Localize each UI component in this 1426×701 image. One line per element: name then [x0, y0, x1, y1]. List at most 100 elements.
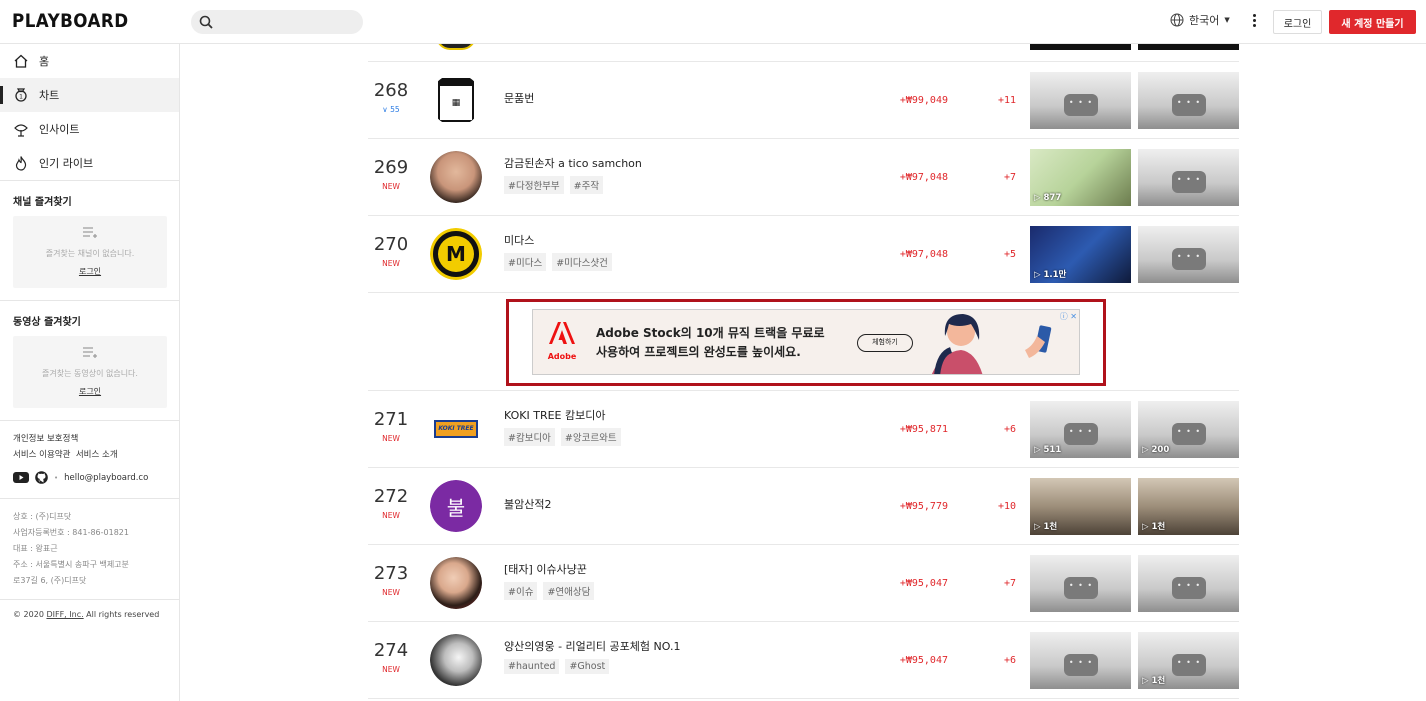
video-thumbnail[interactable] [1138, 226, 1239, 283]
ad-cta-button[interactable]: 체험하기 [857, 334, 913, 352]
search-input[interactable] [191, 10, 363, 34]
video-thumbnail[interactable] [1138, 44, 1239, 50]
video-thumbnail[interactable]: ▷ 1.1만 [1030, 226, 1131, 283]
video-placeholder-icon [1064, 423, 1098, 445]
channel-name[interactable]: 감금된손자 a tico samchon [504, 155, 642, 171]
chart-row[interactable]: 270 NEW M 미다스 #미다스 #미다스샷건 +₩97,048 +5 ▷ 1… [368, 216, 1239, 293]
privacy-link[interactable]: 개인정보 보호정책 [13, 434, 78, 444]
globe-icon [1170, 13, 1184, 27]
chart-row[interactable]: 274 NEW 양산의영웅 - 리얼리티 공포체험 NO.1 #haunted #… [368, 622, 1239, 699]
video-thumbnail[interactable]: ▷ 877 [1030, 149, 1131, 206]
channel-tag[interactable]: #주작 [569, 176, 604, 194]
chart-row[interactable]: 272 NEW 불 불암산적2 +₩95,779 +10 ▷ 1천 ▷ 1천 [368, 468, 1239, 545]
view-count: ▷ 877 [1034, 193, 1062, 203]
diff-inc-link[interactable]: DIFF, Inc. [46, 610, 83, 619]
channel-tag[interactable]: #앙코르와트 [560, 428, 621, 446]
sidebar-item-insight[interactable]: 인사이트 [0, 112, 179, 146]
about-link[interactable]: 서비스 소개 [76, 450, 118, 460]
video-thumbnail[interactable] [1138, 149, 1239, 206]
channel-name[interactable]: 문품번 [504, 90, 534, 106]
company-reg: 사업자등록번호 : 841-86-01821 [13, 528, 129, 537]
rank-change: ∨ 55 [368, 105, 414, 114]
channel-avatar[interactable]: KOKI TREE [430, 403, 482, 455]
sidebar-item-live[interactable]: 인기 라이브 [0, 146, 179, 180]
video-thumbnail[interactable]: ▷ 511 [1030, 401, 1131, 458]
video-thumbnail[interactable]: ▷ 1천 [1138, 478, 1239, 535]
login-button[interactable]: 로그인 [1273, 10, 1322, 34]
search-icon [199, 15, 213, 29]
ad-banner[interactable]: Adobe Adobe Stock의 10개 뮤직 트랙을 무료로 사용하여 프… [532, 309, 1080, 375]
video-placeholder-icon [1064, 577, 1098, 599]
contact-email[interactable]: hello@playboard.co [64, 473, 148, 483]
channel-avatar[interactable] [430, 557, 482, 609]
language-selector[interactable]: 한국어 ▼ [1170, 12, 1230, 28]
video-thumbnail[interactable] [1138, 72, 1239, 129]
channel-name[interactable]: [태자] 이슈사냥꾼 [504, 561, 587, 577]
video-thumbnail[interactable]: ▷ 1천 [1030, 478, 1131, 535]
chart-row[interactable]: 269 NEW 감금된손자 a tico samchon #다정한부부 #주작 +… [368, 139, 1239, 216]
rank-change-label: NEW [382, 511, 400, 520]
logo[interactable]: PLAYBOARD [12, 10, 129, 32]
rank-number: 269 [373, 157, 409, 178]
channel-favorites-title: 채널 즐겨찾기 [13, 197, 72, 208]
sidebar-item-home[interactable]: 홈 [0, 44, 179, 78]
youtube-icon[interactable] [13, 472, 29, 483]
video-thumbnail[interactable] [1030, 555, 1131, 612]
github-icon[interactable] [35, 471, 48, 484]
channel-avatar[interactable] [430, 151, 482, 203]
video-favorites-empty: 즐겨찾는 동영상이 없습니다. 로그인 [13, 336, 167, 408]
channel-favorites-empty: 즐겨찾는 채널이 없습니다. 로그인 [13, 216, 167, 288]
channel-fav-login-link[interactable]: 로그인 [79, 266, 101, 277]
rank-number: 270 [373, 234, 409, 255]
flame-icon [15, 156, 27, 171]
view-count: ▷ 1천 [1034, 522, 1058, 532]
video-thumbnail[interactable]: ▷ 1천 [1138, 632, 1239, 689]
channel-name[interactable]: 불암산적2 [504, 496, 551, 512]
channel-tag[interactable]: #다정한부부 [504, 176, 564, 194]
rank-number: 272 [373, 486, 409, 507]
channel-tag[interactable]: #haunted [504, 659, 560, 674]
ad-text: Adobe Stock의 10개 뮤직 트랙을 무료로 사용하여 프로젝트의 완… [596, 324, 825, 362]
revenue-amount: +₩99,049 [899, 95, 948, 106]
view-count: ▷ 200 [1142, 445, 1170, 455]
channel-tag[interactable]: #미다스샷건 [552, 253, 612, 271]
revenue-amount: +₩95,779 [899, 501, 948, 512]
trophy-icon: 1 [15, 88, 27, 102]
channel-tag[interactable]: #캄보디아 [504, 428, 555, 446]
video-thumbnail[interactable] [1030, 72, 1131, 129]
chart-row[interactable]: 268 ∨ 55 ▦ 문품번 +₩99,049 +11 [368, 62, 1239, 139]
footer-links: 개인정보 보호정책 서비스 이용약관 서비스 소개 [0, 421, 179, 463]
video-thumbnail[interactable] [1138, 555, 1239, 612]
channel-name[interactable]: 양산의영웅 - 리얼리티 공포체험 NO.1 [504, 638, 680, 654]
channel-tag[interactable]: #연애상담 [543, 582, 595, 600]
sidebar-item-chart[interactable]: 1 차트 [0, 78, 179, 112]
ad-row: Adobe Adobe Stock의 10개 뮤직 트랙을 무료로 사용하여 프… [368, 293, 1239, 391]
chart-list: 268 ∨ 55 ▦ 문품번 +₩99,049 +11 269 NEW 감금된손… [368, 36, 1239, 699]
channel-tag[interactable]: #Ghost [565, 659, 610, 674]
channel-avatar[interactable]: 불 [430, 480, 482, 532]
channel-tags: #이슈 #연애상담 [504, 582, 595, 600]
channel-name[interactable]: KOKI TREE 캄보디아 [504, 407, 605, 423]
adobe-logo: Adobe [547, 322, 577, 364]
chart-row[interactable]: 273 NEW [태자] 이슈사냥꾼 #이슈 #연애상담 +₩95,047 +7 [368, 545, 1239, 622]
channel-name[interactable]: 미다스 [504, 232, 534, 248]
chart-row[interactable]: 271 NEW KOKI TREE KOKI TREE 캄보디아 #캄보디아 #앙… [368, 391, 1239, 468]
video-thumbnail[interactable]: ▷ 200 [1138, 401, 1239, 458]
rank-change-label: NEW [382, 588, 400, 597]
channel-tag[interactable]: #이슈 [504, 582, 538, 600]
video-thumbnail[interactable] [1030, 632, 1131, 689]
channel-tag[interactable]: #미다스 [504, 253, 547, 271]
channel-avatar[interactable] [430, 634, 482, 686]
channel-avatar[interactable]: ▦ [430, 74, 482, 126]
terms-link[interactable]: 서비스 이용약관 [13, 450, 70, 460]
rank-change-label: NEW [382, 665, 400, 674]
signup-button[interactable]: 새 계정 만들기 [1329, 10, 1416, 34]
rank-number: 268 [373, 80, 409, 101]
video-thumbnail[interactable] [1030, 44, 1131, 50]
channel-avatar[interactable]: M [430, 228, 482, 280]
ad-close-icon[interactable]: ⓘ ✕ [1060, 311, 1077, 322]
video-fav-login-link[interactable]: 로그인 [79, 386, 101, 397]
video-placeholder-icon [1172, 423, 1206, 445]
company-info: 상호 : (주)디프닷 사업자등록번호 : 841-86-01821 대표 : … [0, 499, 179, 599]
more-menu-icon[interactable] [1250, 12, 1258, 32]
